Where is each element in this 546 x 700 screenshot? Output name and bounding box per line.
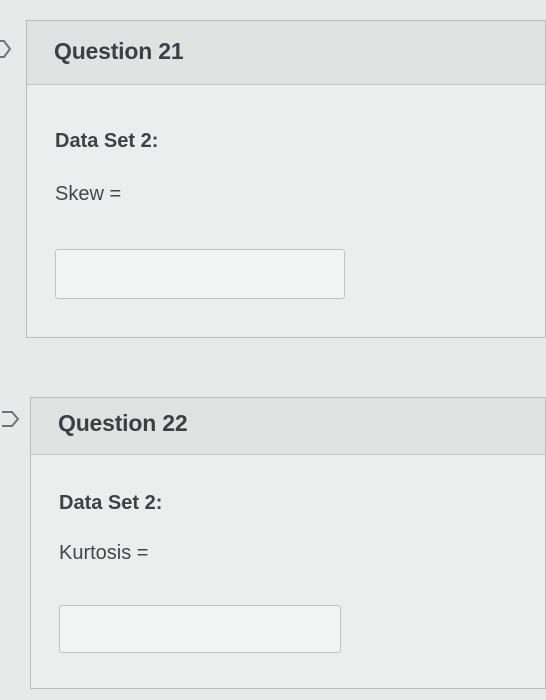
skew-prompt: Skew =	[55, 183, 122, 205]
question-title: Question 22	[58, 410, 188, 436]
kurtosis-prompt: Kurtosis =	[59, 542, 149, 564]
question-title: Question 21	[54, 38, 184, 64]
skew-answer-input[interactable]	[55, 249, 345, 299]
question-21-card: Question 21 Data Set 2: Skew =	[26, 20, 546, 338]
flag-icon[interactable]	[0, 38, 14, 60]
data-set-label: Data Set 2:	[55, 130, 159, 152]
question-header: Question 21	[27, 21, 545, 85]
data-set-label: Data Set 2:	[59, 492, 163, 514]
flag-icon[interactable]	[0, 408, 22, 430]
quiz-page: Question 21 Data Set 2: Skew = Question …	[0, 0, 546, 700]
question-header: Question 22	[31, 398, 545, 455]
kurtosis-answer-input[interactable]	[59, 605, 341, 653]
question-22-card: Question 22 Data Set 2: Kurtosis =	[30, 397, 546, 689]
